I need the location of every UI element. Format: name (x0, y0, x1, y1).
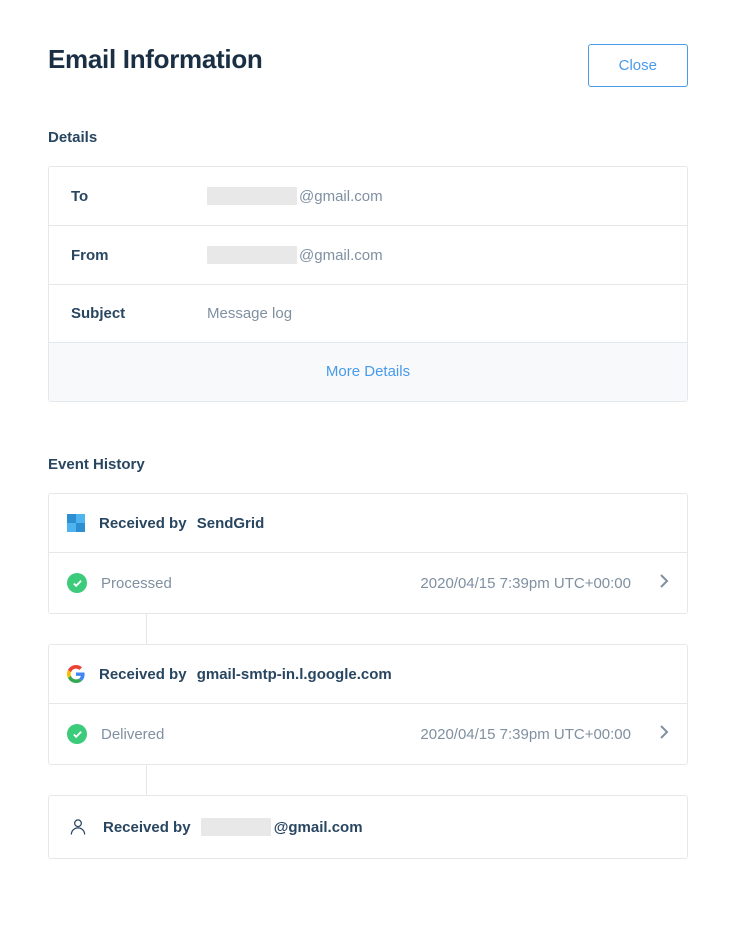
event-received-by: Received by SendGrid (99, 515, 264, 532)
event-timestamp: 2020/04/15 7:39pm UTC+00:00 (420, 726, 631, 743)
event-history-section-title: Event History (48, 456, 688, 473)
event-card: Received by SendGrid Processed 2020/04/1… (48, 493, 688, 614)
more-details-row: More Details (49, 343, 687, 401)
detail-label: To (71, 188, 207, 205)
detail-row-from: From @gmail.com (49, 226, 687, 285)
detail-value: @gmail.com (207, 187, 383, 205)
event-row[interactable]: Processed 2020/04/15 7:39pm UTC+00:00 (49, 553, 687, 613)
event-card: Received by @gmail.com (48, 795, 688, 859)
close-button[interactable]: Close (588, 44, 688, 87)
details-section-title: Details (48, 129, 688, 146)
detail-label: Subject (71, 305, 207, 322)
success-icon (67, 724, 87, 744)
success-icon (67, 573, 87, 593)
detail-row-subject: Subject Message log (49, 285, 687, 343)
detail-value: Message log (207, 305, 292, 322)
redacted-text (207, 246, 297, 264)
detail-value: @gmail.com (207, 246, 383, 264)
person-icon (67, 816, 89, 838)
detail-value-text: @gmail.com (299, 247, 383, 264)
redacted-text (201, 818, 271, 836)
event-card: Received by gmail-smtp-in.l.google.com D… (48, 644, 688, 765)
event-history-section: Event History Received by SendGrid Proce… (48, 456, 688, 859)
event-received-by: Received by @gmail.com (103, 818, 363, 836)
timeline-connector (146, 765, 147, 795)
chevron-right-icon[interactable] (659, 725, 669, 744)
event-card-header: Received by @gmail.com (49, 796, 687, 858)
more-details-link[interactable]: More Details (326, 363, 410, 380)
event-card-header: Received by SendGrid (49, 494, 687, 553)
redacted-text (207, 187, 297, 205)
detail-value-text: @gmail.com (299, 188, 383, 205)
event-timestamp: 2020/04/15 7:39pm UTC+00:00 (420, 575, 631, 592)
event-received-by: Received by gmail-smtp-in.l.google.com (99, 666, 392, 683)
event-status: Delivered (101, 726, 406, 743)
timeline-connector (146, 614, 147, 644)
sendgrid-icon (67, 514, 85, 532)
event-status: Processed (101, 575, 406, 592)
details-section: Details To @gmail.com From @gmail.com Su… (48, 129, 688, 402)
detail-label: From (71, 247, 207, 264)
event-row[interactable]: Delivered 2020/04/15 7:39pm UTC+00:00 (49, 704, 687, 764)
details-box: To @gmail.com From @gmail.com Subject Me… (48, 166, 688, 402)
event-card-header: Received by gmail-smtp-in.l.google.com (49, 645, 687, 704)
detail-row-to: To @gmail.com (49, 167, 687, 226)
google-icon (67, 665, 85, 683)
page-title: Email Information (48, 44, 262, 75)
chevron-right-icon[interactable] (659, 574, 669, 593)
detail-value-text: Message log (207, 305, 292, 322)
